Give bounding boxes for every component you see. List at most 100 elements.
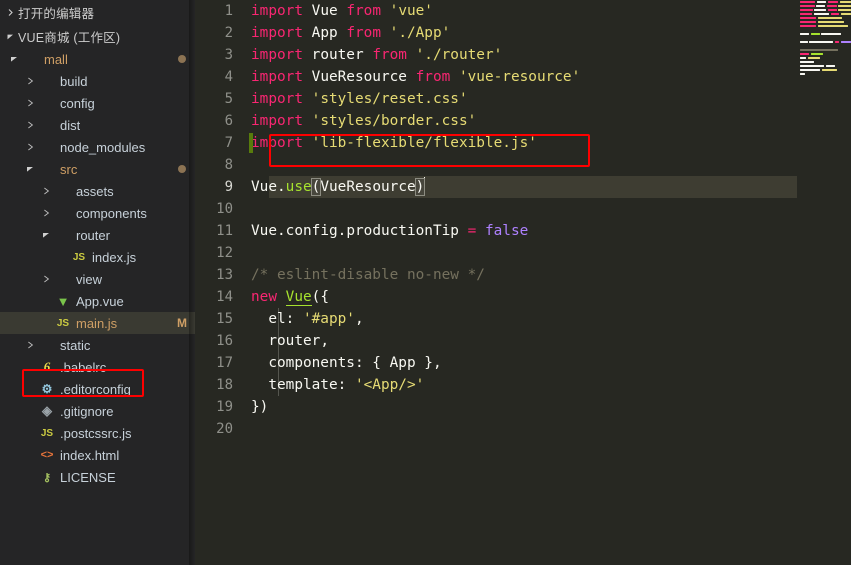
minimap-block [810, 52, 823, 56]
code-token: . [277, 223, 286, 239]
tree-file-row[interactable]: ▼ App.vue [0, 290, 195, 312]
code-text[interactable]: import 'styles/reset.css' [251, 88, 851, 110]
line-number: 2 [224, 25, 233, 41]
twisty-expanded-icon[interactable] [40, 231, 52, 239]
code-line[interactable]: 9 Vue.use(VueResource) [195, 176, 851, 198]
code-text[interactable]: import 'lib-flexible/flexible.js' [251, 132, 851, 154]
twisty-collapsed-icon[interactable] [40, 209, 52, 217]
code-text[interactable]: import Vue from 'vue' [251, 0, 851, 22]
code-text[interactable]: import VueResource from 'vue-resource' [251, 66, 851, 88]
code-line[interactable]: 6 import 'styles/border.css' [195, 110, 851, 132]
section-open-editors[interactable]: 打开的编辑器 [0, 0, 195, 24]
code-line[interactable]: 18 template: '<App/>' [195, 374, 851, 396]
code-line[interactable]: 12 [195, 242, 851, 264]
code-text[interactable]: new Vue({ [251, 286, 851, 308]
code-line[interactable]: 16 router, [195, 330, 851, 352]
twisty-collapsed-icon[interactable] [24, 143, 36, 151]
section-workspace-label: VUE商城 (工作区) [18, 30, 121, 45]
code-token: import [251, 25, 303, 41]
code-token: Vue [251, 223, 277, 239]
code-editor[interactable]: 1 import Vue from 'vue' 2 import App from '… [195, 0, 851, 565]
line-number: 14 [216, 289, 233, 305]
tree-folder-row[interactable]: assets [0, 180, 195, 202]
explorer-sidebar: 打开的编辑器 VUE商城 (工作区) mall build config dist no… [0, 0, 195, 565]
code-text[interactable]: /* eslint-disable no-new */ [251, 264, 851, 286]
chevron-right-icon[interactable] [2, 8, 18, 17]
tree-item-label: .gitignore [60, 403, 114, 419]
code-line[interactable]: 2 import App from './App' [195, 22, 851, 44]
code-text[interactable]: import 'styles/border.css' [251, 110, 851, 132]
tree-folder-row[interactable]: config [0, 92, 195, 114]
code-text[interactable]: Vue.use(VueResource) [251, 176, 851, 198]
tree-file-row[interactable]: ◈ .gitignore [0, 400, 195, 422]
code-token: use [285, 179, 312, 195]
twisty-collapsed-icon[interactable] [24, 99, 36, 107]
code-line[interactable]: 8 [195, 154, 851, 176]
tree-folder-row[interactable]: build [0, 70, 195, 92]
minimap-block [800, 56, 806, 60]
tree-folder-row[interactable]: components [0, 202, 195, 224]
tree-folder-row[interactable]: node_modules [0, 136, 195, 158]
twisty-collapsed-icon[interactable] [40, 187, 52, 195]
line-number: 6 [224, 113, 233, 129]
code-text[interactable]: Vue.config.productionTip = false [251, 220, 851, 242]
tree-file-row[interactable]: 6 .babelrc [0, 356, 195, 378]
code-text[interactable]: components: { App }, [251, 352, 851, 374]
tree-file-row[interactable]: ⚷ LICENSE [0, 466, 195, 488]
code-line[interactable]: 19}) [195, 396, 851, 418]
twisty-collapsed-icon[interactable] [24, 121, 36, 129]
tree-folder-row[interactable]: view [0, 268, 195, 290]
code-line[interactable]: 3 import router from './router' [195, 44, 851, 66]
code-text[interactable]: import App from './App' [251, 22, 851, 44]
code-line[interactable]: 20 [195, 418, 851, 440]
code-text[interactable]: template: '<App/>' [251, 374, 851, 396]
twisty-collapsed-icon[interactable] [40, 275, 52, 283]
twisty-expanded-icon[interactable] [8, 55, 20, 63]
section-workspace[interactable]: VUE商城 (工作区) [0, 24, 195, 48]
code-line[interactable]: 7 import 'lib-flexible/flexible.js' [195, 132, 851, 154]
tree-folder-row[interactable]: static [0, 334, 195, 356]
tree-item-label: router [76, 227, 110, 243]
twisty-expanded-icon[interactable] [24, 165, 36, 173]
code-token: productionTip [346, 223, 459, 239]
code-line[interactable]: 4 import VueResource from 'vue-resource' [195, 66, 851, 88]
tree-folder-row[interactable]: src [0, 158, 195, 180]
tree-folder-row[interactable]: dist [0, 114, 195, 136]
code-line[interactable]: 1 import Vue from 'vue' [195, 0, 851, 22]
tree-folder-row[interactable]: mall [0, 48, 195, 70]
code-text[interactable]: el: '#app', [251, 308, 851, 330]
code-line[interactable]: 5 import 'styles/reset.css' [195, 88, 851, 110]
minimap-block [800, 64, 824, 68]
line-number: 19 [216, 399, 233, 415]
tree-file-row[interactable]: <> index.html [0, 444, 195, 466]
twisty-collapsed-icon[interactable] [24, 77, 36, 85]
code-text[interactable]: router, [251, 330, 851, 352]
tree-file-row[interactable]: JS .postcssrc.js [0, 422, 195, 444]
code-line[interactable]: 17 components: { App }, [195, 352, 851, 374]
minimap-block [800, 12, 813, 16]
code-token: false [484, 223, 529, 239]
code-token: config [285, 223, 338, 239]
code-line[interactable]: 13 /* eslint-disable no-new */ [195, 264, 851, 286]
tree-file-row[interactable]: ⚙ .editorconfig [0, 378, 195, 400]
code-line[interactable]: 15 el: '#app', [195, 308, 851, 330]
code-line[interactable]: 10 [195, 198, 851, 220]
twisty-collapsed-icon[interactable] [24, 341, 36, 349]
code-text[interactable]: }) [251, 396, 851, 418]
chevron-down-icon[interactable] [2, 32, 18, 41]
code-line[interactable]: 11 Vue.config.productionTip = false [195, 220, 851, 242]
editor-minimap[interactable] [797, 0, 851, 565]
code-line[interactable]: 14 new Vue({ [195, 286, 851, 308]
code-lines[interactable]: 1 import Vue from 'vue' 2 import App from '… [195, 0, 851, 565]
tree-file-row[interactable]: JS main.js M [0, 312, 195, 334]
tree-file-row[interactable]: JS index.js [0, 246, 195, 268]
tree-folder-row[interactable]: router [0, 224, 195, 246]
line-number: 17 [216, 355, 233, 371]
line-number: 12 [216, 245, 233, 261]
minimap-block [840, 12, 851, 16]
code-text[interactable]: import router from './router' [251, 44, 851, 66]
